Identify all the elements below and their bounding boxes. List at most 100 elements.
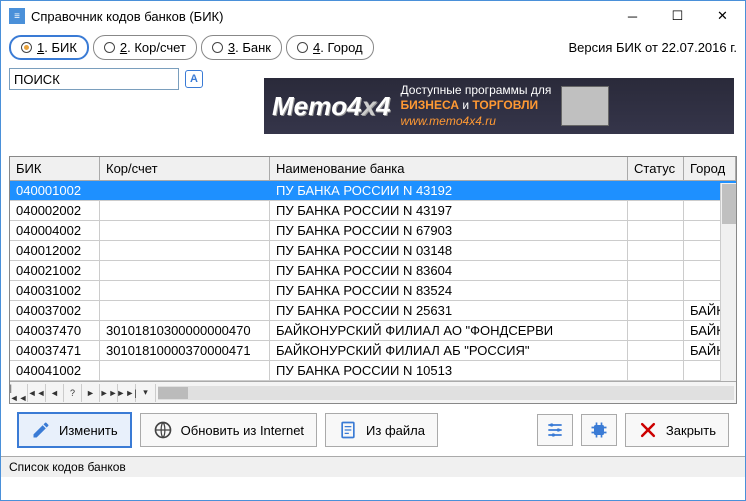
tabs: 1. БИК 2. Кор/счет 3. Банк 4. Город [9,35,374,60]
cell-name: ПУ БАНКА РОССИИ N 25631 [270,301,628,320]
cell-kor [100,201,270,220]
table-row[interactable]: 040031002 ПУ БАНКА РОССИИ N 83524 [10,281,736,301]
nav-info[interactable]: ? [64,384,82,402]
col-city[interactable]: Город [684,157,736,181]
vertical-scrollbar[interactable] [720,183,736,381]
nav-filter[interactable]: ▾ [136,384,156,402]
sliders-button[interactable] [537,414,573,446]
button-label: Обновить из Internet [181,423,304,438]
cell-kor [100,301,270,320]
h-scrollbar-thumb[interactable] [158,387,188,399]
nav-last[interactable]: ►►| [118,384,136,402]
table-row[interactable]: 040002002ПУ БАНКА РОССИИ N 43197 [10,201,736,221]
from-file-button[interactable]: Из файла [325,413,438,447]
cell-name: БАЙКОНУРСКИЙ ФИЛИАЛ АО "ФОНДСЕРВИ [270,321,628,340]
nav-first[interactable]: |◄◄ [10,384,28,402]
button-label: Закрыть [666,423,716,438]
cell-name: ПУ БАНКА РОССИИ N 83604 [270,261,628,280]
close-button[interactable]: Закрыть [625,413,729,447]
cell-bik: 040012002 [10,241,100,260]
button-label: Из файла [366,423,425,438]
table-row[interactable]: 040021002ПУ БАНКА РОССИИ N 83604 [10,261,736,281]
search-a-button[interactable]: А [185,70,203,88]
cell-status [628,321,684,340]
data-table: БИК Кор/счет Наименование банка Статус Г… [9,156,737,404]
titlebar: ≡ Справочник кодов банков (БИК) ─ ☐ ✕ [1,1,745,31]
tab-bik[interactable]: 1. БИК [9,35,89,60]
edit-button[interactable]: Изменить [17,412,132,448]
cell-status [628,261,684,280]
col-bik[interactable]: БИК [10,157,100,181]
cell-bik: 040031002 [10,281,100,300]
col-kor[interactable]: Кор/счет [100,157,270,181]
cell-bik: 040037471 [10,341,100,360]
cell-kor [100,221,270,240]
banner-logo: Memo4x4 [272,91,391,122]
tab-label: 3. Банк [228,40,271,55]
table-row[interactable]: 040001002 ПУ БАНКА РОССИИ N 43192 [10,181,736,201]
cell-bik: 040041002 [10,361,100,380]
banner-line1: Доступные программы для [401,83,552,99]
nav-next-page[interactable]: ►► [100,384,118,402]
table-row[interactable]: 04003747030101810300000000470БАЙКОНУРСКИ… [10,321,736,341]
table-row[interactable]: 040041002ПУ БАНКА РОССИИ N 10513 [10,361,736,381]
scrollbar-thumb[interactable] [722,184,736,224]
app-icon: ≡ [9,8,25,24]
search-input[interactable] [9,68,179,90]
minimize-button[interactable]: ─ [610,1,655,31]
table-row[interactable]: 040037002ПУ БАНКА РОССИИ N 25631БАЙК [10,301,736,321]
nav-next[interactable]: ► [82,384,100,402]
cell-status [628,301,684,320]
banner-url: www.memo4x4.ru [401,114,552,130]
horizontal-scrollbar[interactable] [158,386,734,400]
chip-button[interactable] [581,414,617,446]
cell-bik: 040004002 [10,221,100,240]
cell-bik: 040037002 [10,301,100,320]
radio-icon [297,42,308,53]
tab-korschet[interactable]: 2. Кор/счет [93,35,197,60]
cell-kor: 30101810300000000470 [100,321,270,340]
cell-status [628,221,684,240]
cell-name: ПУ БАНКА РОССИИ N 43192 [270,181,628,200]
tab-label: 2. Кор/счет [120,40,186,55]
button-bar: Изменить Обновить из Internet Из файла З… [9,404,737,456]
cell-status [628,181,684,200]
cell-kor [100,261,270,280]
cell-kor [100,281,270,300]
chip-icon [589,420,609,440]
version-label: Версия БИК от 22.07.2016 г. [568,40,737,55]
cell-name: ПУ БАНКА РОССИИ N 43197 [270,201,628,220]
table-row[interactable]: 040004002ПУ БАНКА РОССИИ N 67903 [10,221,736,241]
window-title: Справочник кодов банков (БИК) [31,9,610,24]
table-row[interactable]: 040012002ПУ БАНКА РОССИИ N 03148 [10,241,736,261]
nav-prev-page[interactable]: ◄◄ [28,384,46,402]
cell-kor [100,241,270,260]
col-name[interactable]: Наименование банка [270,157,628,181]
cell-status [628,361,684,380]
status-bar: Список кодов банков [1,456,745,477]
pencil-icon [31,420,51,440]
tab-gorod[interactable]: 4. Город [286,35,374,60]
cell-status [628,201,684,220]
monitor-icon [561,86,609,126]
cell-name: ПУ БАНКА РОССИИ N 83524 [270,281,628,300]
banner-word1: БИЗНЕСА [401,98,459,112]
cell-bik: 040001002 [10,181,100,200]
nav-prev[interactable]: ◄ [46,384,64,402]
window-controls: ─ ☐ ✕ [610,1,745,31]
col-status[interactable]: Статус [628,157,684,181]
cell-status [628,241,684,260]
file-icon [338,420,358,440]
table-row[interactable]: 04003747130101810000370000471БАЙКОНУРСКИ… [10,341,736,361]
table-body: 040001002 ПУ БАНКА РОССИИ N 4319204000200… [10,181,736,381]
tab-bank[interactable]: 3. Банк [201,35,282,60]
x-icon [638,420,658,440]
maximize-button[interactable]: ☐ [655,1,700,31]
button-label: Изменить [59,423,118,438]
tab-label: 1. БИК [37,40,77,55]
update-button[interactable]: Обновить из Internet [140,413,317,447]
cell-status [628,281,684,300]
ad-banner[interactable]: Memo4x4 Доступные программы для БИЗНЕСА … [264,78,734,134]
banner-word2: ТОРГОВЛИ [472,98,538,112]
close-window-button[interactable]: ✕ [700,1,745,31]
